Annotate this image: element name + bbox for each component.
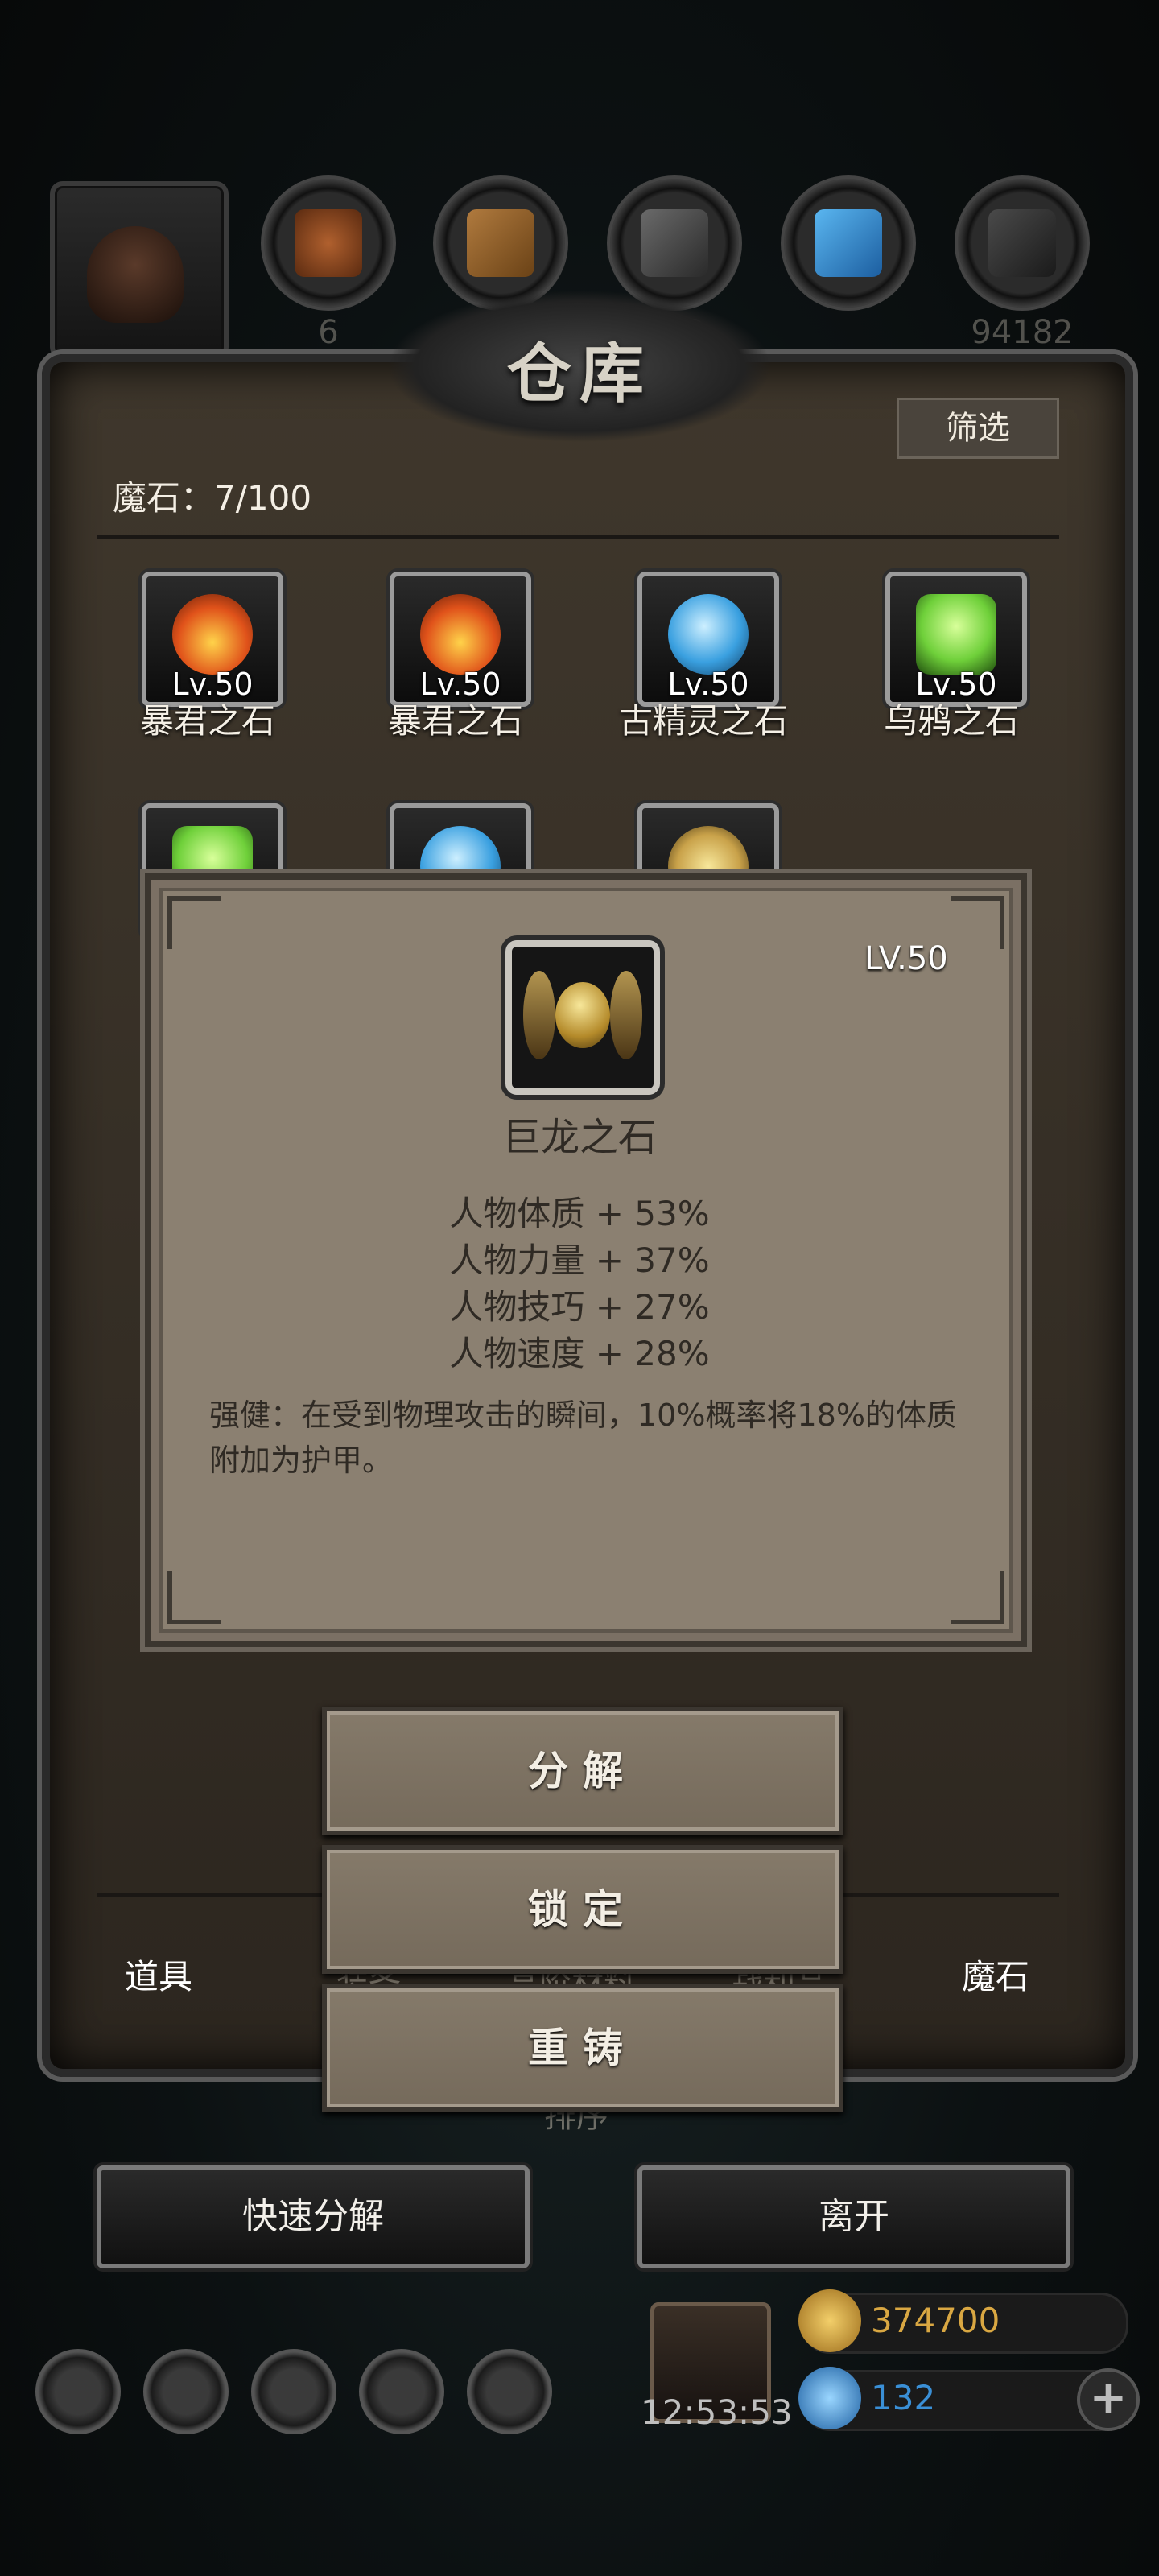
resource-slot-leather[interactable]: 6 [261,175,396,351]
skill-description: 强健：在受到物理攻击的瞬间，10%概率将18%的体质附加为护甲。 [209,1397,957,1478]
detail-item-name: 巨龙之石 [501,1115,657,1160]
steel-icon [988,209,1056,277]
item-slot[interactable]: Lv.50 [637,572,779,707]
leave-button[interactable]: 离开 [637,2165,1070,2268]
dragon-stone-icon [505,940,660,1095]
magic-stone-count: 魔石：7/100 [113,478,312,518]
item-name: 乌鸦之石 [883,701,1019,741]
gold-coin-icon [798,2289,861,2352]
fire-stone-icon [172,594,253,675]
fire-stone-icon [420,594,501,675]
add-currency-button[interactable]: + [1077,2368,1140,2431]
star-icon[interactable] [143,2349,229,2434]
quick-decompose-button[interactable]: 快速分解 [97,2165,530,2268]
gift-timer: 12:53:53 [641,2392,793,2432]
item-slot[interactable]: Lv.50 [390,572,531,707]
elf-stone-icon [668,594,749,675]
lock-button[interactable]: 锁定 [322,1845,843,1974]
tab-items[interactable]: 道具 [125,1950,192,1999]
tab-magic-stones[interactable]: 魔石 [962,1950,1029,1999]
item-name: 暴君之石 [387,701,523,741]
item-slot[interactable]: Lv.50 [142,572,283,707]
shop-icon[interactable] [467,2349,552,2434]
corner-ornament [167,1571,221,1624]
hat-icon [87,226,184,323]
stat-line: 人物技巧 + 27% [449,1287,710,1327]
mail-icon[interactable] [359,2349,444,2434]
corner-ornament [951,896,1004,949]
settings-icon[interactable] [35,2349,121,2434]
decompose-button[interactable]: 分解 [322,1707,843,1835]
gold-amount: 374700 [871,2301,1000,2340]
leather-icon [295,209,362,277]
filter-button[interactable]: 筛选 [897,398,1059,459]
divider [97,535,1059,539]
gem-amount: 132 [871,2378,936,2417]
crow-stone-icon [916,594,996,675]
gem-icon [798,2367,861,2429]
wood-icon [467,209,534,277]
corner-ornament [951,1571,1004,1624]
resource-slot-crystal[interactable] [781,175,916,311]
corner-ornament [167,896,221,949]
crystal-icon [815,209,882,277]
item-slot[interactable]: Lv.50 [885,572,1027,707]
reforge-button[interactable]: 重铸 [322,1984,843,2112]
map-icon[interactable] [251,2349,336,2434]
stat-line: 人物力量 + 37% [449,1241,710,1280]
stat-line: 人物体质 + 53% [449,1194,710,1233]
detail-level: LV.50 [864,940,948,977]
item-name: 暴君之石 [139,701,275,741]
stat-line: 人物速度 + 28% [449,1334,710,1373]
item-name: 古精灵之石 [618,701,788,741]
resource-slot-steel[interactable]: 94182 [955,175,1090,351]
iron-icon [641,209,708,277]
